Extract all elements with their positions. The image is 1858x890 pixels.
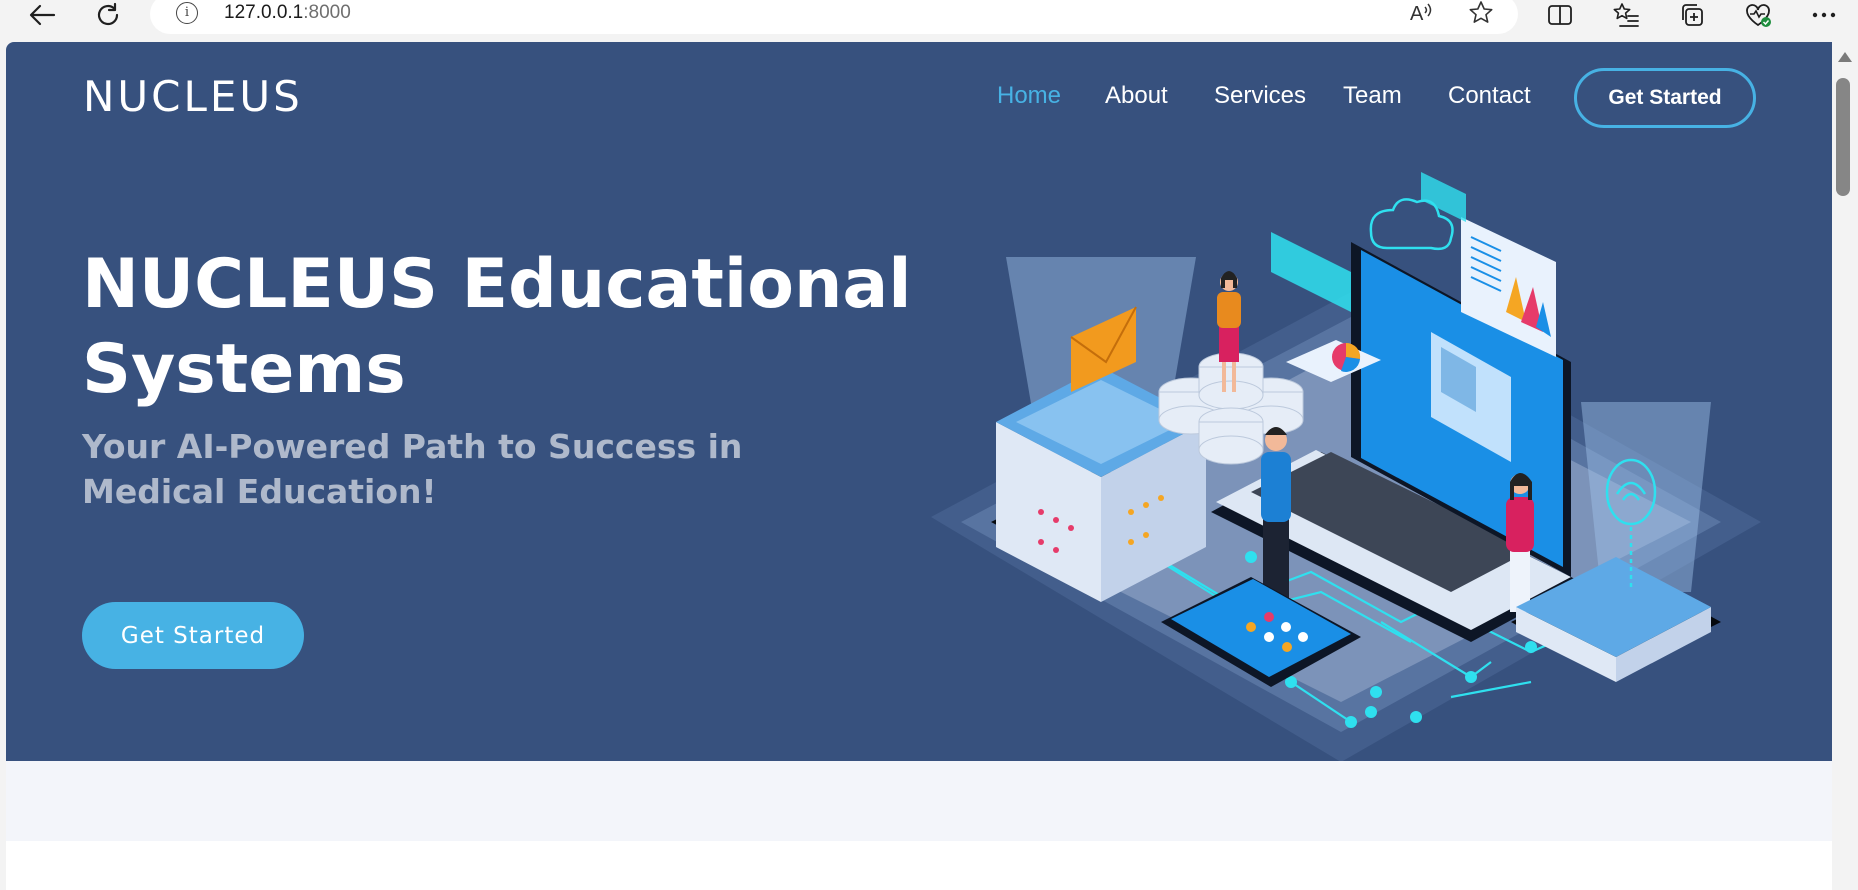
- favorite-star-icon[interactable]: [1466, 0, 1496, 28]
- page-viewport: NUCLEUS Home About Services Team Contact…: [6, 42, 1832, 890]
- scrollbar-thumb[interactable]: [1836, 78, 1850, 196]
- hero-title-line1: NUCLEUS Educational: [82, 245, 912, 324]
- favorites-list-icon[interactable]: [1606, 0, 1646, 30]
- hero-title-line2: Systems: [82, 330, 406, 409]
- hero-get-started-button[interactable]: Get Started: [82, 602, 304, 669]
- nav-link-home[interactable]: Home: [997, 82, 1061, 112]
- info-icon[interactable]: i: [176, 2, 198, 24]
- site-logo[interactable]: NUCLEUS: [83, 72, 303, 121]
- floating-small-card: [1421, 172, 1466, 222]
- nav-link-team[interactable]: Team: [1343, 82, 1402, 112]
- split-screen-icon[interactable]: [1540, 0, 1580, 30]
- browser-essentials-icon[interactable]: [1738, 0, 1778, 30]
- url-port: :8000: [303, 2, 351, 23]
- woman-with-tablet-figure: [1506, 473, 1534, 612]
- hero-subtitle: Your AI-Powered Path to Success in Medic…: [82, 427, 743, 511]
- address-bar[interactable]: i 127.0.0.1:8000 A: [150, 0, 1518, 34]
- floating-text-card: [1271, 232, 1351, 312]
- scroll-up-arrow-icon[interactable]: [1838, 52, 1852, 62]
- browser-toolbar: i 127.0.0.1:8000 A: [0, 0, 1858, 42]
- hero-section: NUCLEUS Home About Services Team Contact…: [6, 42, 1832, 762]
- svg-text:A: A: [1410, 3, 1424, 25]
- nav-link-contact[interactable]: Contact: [1448, 82, 1531, 112]
- refresh-icon[interactable]: [88, 0, 128, 30]
- nav-link-services[interactable]: Services: [1214, 82, 1306, 112]
- next-section-background: [6, 761, 1832, 841]
- url-host: 127.0.0.1: [224, 2, 304, 23]
- url-text[interactable]: 127.0.0.1:8000: [224, 2, 351, 24]
- right-light-beam: [1581, 402, 1711, 592]
- more-menu-icon[interactable]: [1804, 0, 1844, 30]
- collections-icon[interactable]: [1672, 0, 1712, 30]
- man-standing-figure: [1261, 427, 1291, 602]
- nav-get-started-button[interactable]: Get Started: [1574, 68, 1756, 128]
- vertical-scrollbar[interactable]: [1832, 42, 1858, 890]
- hero-title: NUCLEUS Educational Systems: [82, 242, 942, 412]
- read-aloud-icon[interactable]: A: [1406, 0, 1436, 28]
- hero-illustration: [931, 172, 1761, 762]
- back-arrow-icon[interactable]: [22, 0, 62, 30]
- nav-link-about[interactable]: About: [1105, 82, 1168, 112]
